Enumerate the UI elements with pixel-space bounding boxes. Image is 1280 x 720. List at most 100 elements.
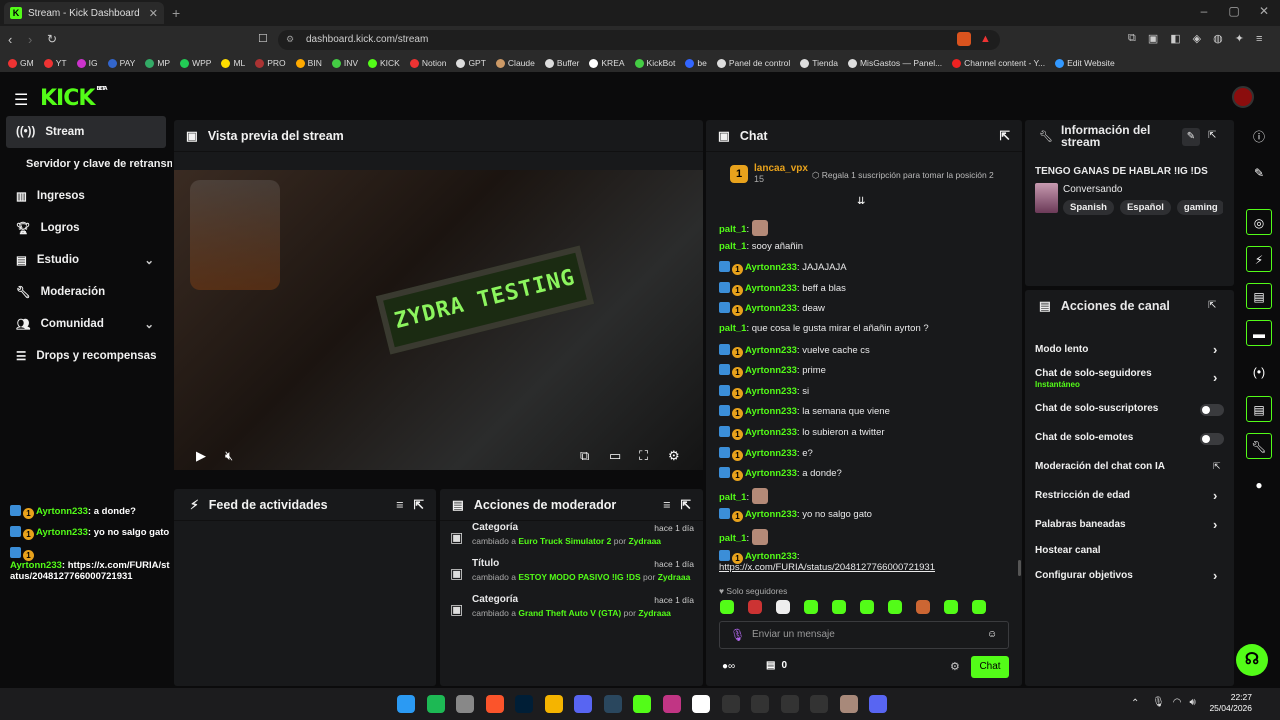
channel-action-4[interactable]: Moderación del chat con IA — [1035, 461, 1165, 472]
taskbar-app-icon[interactable] — [633, 695, 651, 713]
chat-username[interactable]: palt_1 — [719, 241, 746, 252]
notes-icon[interactable]: ▤ — [1246, 283, 1272, 309]
chat-username[interactable]: Ayrtonn233 — [745, 345, 797, 356]
emote-icon[interactable] — [888, 600, 902, 614]
chat-message[interactable]: 1 Ayrtonn233: a donde? — [719, 467, 842, 482]
settings-icon[interactable]: ⚙ — [668, 448, 680, 464]
mute-icon[interactable]: 🔇︎ — [225, 448, 233, 464]
taskbar-app-icon[interactable] — [485, 695, 504, 713]
forward-icon[interactable]: › — [28, 32, 32, 47]
chevron-right-icon[interactable]: › — [1213, 342, 1217, 357]
bookmark-item[interactable]: Channel content - Y... — [952, 58, 1045, 68]
minimize-icon[interactable]: – — [1194, 4, 1214, 18]
channel-action-0[interactable]: Modo lento — [1035, 344, 1088, 355]
sidebar-item-community[interactable]: 👥︎ Comunidad ⌄ — [0, 308, 172, 340]
infinite-points-icon[interactable]: ●∞ — [722, 661, 735, 672]
bookmark-item[interactable]: Tienda — [800, 58, 838, 68]
chat-username[interactable]: palt_1 — [719, 533, 746, 544]
browser-tab[interactable]: K Stream - Kick Dashboard ✕ — [4, 2, 164, 24]
taskbar-app-icon[interactable] — [839, 695, 858, 713]
bookmark-item[interactable]: INV — [331, 58, 358, 68]
taskbar-app-icon[interactable] — [603, 695, 622, 713]
sidebar-icon[interactable]: ◧ — [1170, 32, 1180, 45]
volume-icon[interactable]: 🔊︎ — [1189, 697, 1195, 708]
mic-icon[interactable]: 🎙︎ — [730, 628, 745, 642]
camera-icon[interactable]: ◎ — [1246, 209, 1272, 235]
gift-sub-prompt[interactable]: ⬡ Regala 1 suscripción para tomar la pos… — [812, 170, 994, 181]
stream-tag[interactable]: Español — [1119, 200, 1171, 215]
chat-username[interactable]: Ayrtonn233 — [745, 262, 797, 273]
clock[interactable]: 22:27 25/04/2026 — [1208, 692, 1252, 714]
bookmark-item[interactable]: Notion — [409, 58, 446, 68]
kick-logo[interactable]: KICK BETA — [40, 86, 108, 111]
support-button[interactable]: ☊ — [1236, 644, 1268, 676]
chevron-right-icon[interactable]: › — [1213, 568, 1217, 583]
sidebar-item-drops[interactable]: ☰ Drops y recompensas — [0, 340, 172, 372]
pinned-gifter[interactable]: 1 lancaa_vpx 15 — [730, 163, 808, 184]
emote-icon[interactable] — [776, 600, 790, 614]
bookmark-item[interactable]: GPT — [456, 58, 486, 68]
wifi-icon[interactable]: ◠ — [1173, 697, 1182, 708]
bolt-icon[interactable]: ⚡︎ — [1246, 246, 1272, 272]
chat-message[interactable]: 1 Ayrtonn233: beff a blas — [719, 281, 846, 296]
chat-settings-icon[interactable]: ⚙ — [950, 660, 960, 673]
chevron-right-icon[interactable]: › — [1213, 370, 1217, 385]
chat-message[interactable]: 1 Ayrtonn233: vuelve cache cs — [719, 343, 870, 358]
taskbar-app-icon[interactable] — [515, 695, 533, 713]
emote-icon[interactable] — [748, 600, 762, 614]
play-icon[interactable]: ▶ — [196, 448, 206, 464]
edit-icon[interactable]: ✎ — [1182, 128, 1200, 146]
chevron-down-icon[interactable]: ⇊ — [857, 196, 865, 207]
external-link-icon[interactable]: ⇱ — [1213, 461, 1221, 472]
popout-icon[interactable]: ⇱ — [414, 497, 424, 512]
emote-icon[interactable] — [972, 600, 986, 614]
popout-icon[interactable]: ⇱ — [681, 497, 691, 512]
chat-message[interactable]: palt_1: — [719, 487, 768, 504]
site-info-icon[interactable]: ⚙ — [286, 34, 294, 45]
sidebar-item-moderation[interactable]: 🔧︎ Moderación — [0, 276, 172, 308]
channel-action-6[interactable]: Palabras baneadas — [1035, 519, 1126, 530]
filter-icon[interactable]: ≡ — [396, 498, 403, 512]
chat-username[interactable]: palt_1 — [719, 224, 746, 235]
back-icon[interactable]: ‹ — [8, 32, 12, 47]
chat-username[interactable]: Ayrtonn233 — [745, 427, 797, 438]
bookmark-icon[interactable]: ☐ — [258, 32, 268, 45]
channel-action-5[interactable]: Restricción de edad — [1035, 490, 1130, 501]
bookmark-item[interactable]: MP — [145, 58, 170, 68]
extensions-icon[interactable]: ⧉ — [1128, 32, 1136, 45]
channel-action-8[interactable]: Configurar objetivos — [1035, 570, 1133, 581]
hamburger-menu-icon[interactable]: ☰ — [14, 90, 28, 110]
bookmark-item[interactable]: Panel de control — [716, 58, 790, 68]
sidebar-item-studio[interactable]: ▤ Estudio ⌄ — [0, 244, 172, 276]
emote-icon[interactable] — [916, 600, 930, 614]
rewards-icon[interactable]: ▲ — [980, 33, 991, 45]
broadcast-icon[interactable]: (•) — [1246, 359, 1272, 385]
brave-shield-icon[interactable] — [957, 32, 971, 46]
taskbar-app-icon[interactable] — [810, 695, 828, 713]
points-counter[interactable]: ▤ 0 — [766, 660, 787, 671]
bookmark-item[interactable]: YT — [43, 58, 67, 68]
chat-username[interactable]: Ayrtonn233 — [745, 365, 797, 376]
user-avatar[interactable] — [1232, 86, 1254, 108]
taskbar-app-icon[interactable] — [426, 695, 445, 713]
chat-username[interactable]: Ayrtonn233 — [745, 303, 797, 314]
emote-icon[interactable] — [944, 600, 958, 614]
chat-username[interactable]: Ayrtonn233 — [745, 406, 797, 417]
chat-username[interactable]: Ayrtonn233 — [745, 468, 797, 479]
chat-message[interactable]: 1 Ayrtonn233: lo subieron a twitter — [719, 426, 885, 440]
taskbar-app-icon[interactable] — [751, 695, 769, 713]
channel-action-2[interactable]: Chat de solo-suscriptores — [1035, 403, 1158, 414]
emote-icon[interactable] — [832, 600, 846, 614]
taskbar-app-icon[interactable] — [544, 695, 563, 713]
chat-message[interactable]: 1 Ayrtonn233: la semana que viene — [719, 405, 890, 420]
channel-action-7[interactable]: Hostear canal — [1035, 545, 1101, 556]
toggle-switch[interactable] — [1200, 433, 1224, 445]
chat-username[interactable]: Ayrtonn233 — [745, 509, 797, 520]
taskbar-app-icon[interactable] — [780, 695, 799, 713]
popout-icon[interactable]: ⇱ — [1000, 128, 1010, 143]
bookmark-item[interactable]: KREA — [589, 58, 625, 68]
chat-scrollbar[interactable] — [1018, 560, 1021, 576]
screenshot-icon[interactable]: ▣ — [1148, 32, 1158, 45]
chat-username[interactable]: palt_1 — [719, 492, 746, 503]
taskbar-app-icon[interactable] — [456, 695, 474, 713]
